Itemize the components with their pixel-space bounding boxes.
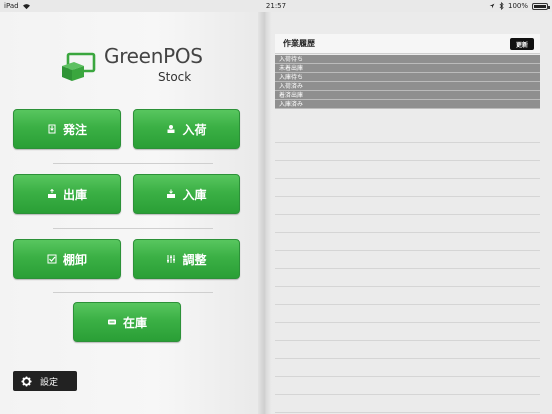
stock-in-icon	[167, 189, 176, 198]
device-name: iPad	[4, 2, 19, 10]
receive-button[interactable]: 入荷	[133, 109, 240, 149]
separator	[53, 292, 213, 293]
history-empty-lines	[275, 125, 540, 414]
app-logo: GreenPOS Stock	[60, 40, 210, 90]
stock-icon	[107, 319, 116, 325]
history-item[interactable]: 着済出庫	[275, 91, 540, 100]
checkbox-icon	[47, 254, 57, 264]
order-button[interactable]: 発注	[13, 109, 121, 149]
ship-out-icon	[47, 189, 56, 198]
panel-divider	[258, 12, 272, 414]
stock-in-button[interactable]: 入庫	[133, 174, 240, 214]
history-item[interactable]: 入庫済み	[275, 100, 540, 109]
ship-out-button[interactable]: 出庫	[13, 174, 121, 214]
clock: 21:57	[265, 2, 287, 10]
receive-label: 入荷	[182, 122, 207, 137]
history-item[interactable]: 未着出庫	[275, 64, 540, 73]
battery-percent: 100%	[507, 2, 528, 10]
battery-icon	[532, 2, 550, 10]
settings-button[interactable]: 設定	[13, 371, 77, 391]
stock-in-label: 入庫	[182, 187, 207, 202]
history-header: 作業履歴 更新	[275, 34, 540, 54]
adjust-label: 調整	[182, 252, 207, 267]
settings-label: 設定	[40, 377, 59, 388]
history-title: 作業履歴	[283, 39, 315, 48]
refresh-button[interactable]: 更新	[510, 38, 534, 50]
inventory-button[interactable]: 棚卸	[13, 239, 121, 279]
adjust-button[interactable]: 調整	[133, 239, 240, 279]
logo-register-icon	[62, 52, 96, 81]
logo-sub-text: Stock	[158, 70, 192, 84]
refresh-label: 更新	[515, 41, 528, 49]
history-list: 入荷待ち 未着出庫 入庫待ち 入荷済み 着済出庫 入庫済み	[275, 55, 540, 109]
order-icon	[48, 124, 56, 134]
inventory-label: 棚卸	[62, 252, 87, 267]
logo-brand-text: GreenPOS	[104, 44, 203, 68]
wifi-icon	[22, 3, 30, 9]
receive-icon	[167, 125, 175, 133]
separator	[53, 163, 213, 164]
ship-out-label: 出庫	[62, 187, 87, 202]
history-item[interactable]: 入庫待ち	[275, 73, 540, 82]
gear-icon	[21, 375, 32, 387]
history-item[interactable]: 入荷待ち	[275, 55, 540, 64]
location-icon	[489, 3, 495, 9]
order-label: 発注	[62, 122, 87, 137]
stock-label: 在庫	[122, 315, 147, 330]
status-bar: iPad 21:57 100%	[0, 0, 552, 12]
separator	[53, 228, 213, 229]
history-item[interactable]: 入荷済み	[275, 82, 540, 91]
bluetooth-icon	[499, 2, 504, 10]
sliders-icon	[167, 255, 176, 263]
stock-button[interactable]: 在庫	[73, 302, 181, 342]
